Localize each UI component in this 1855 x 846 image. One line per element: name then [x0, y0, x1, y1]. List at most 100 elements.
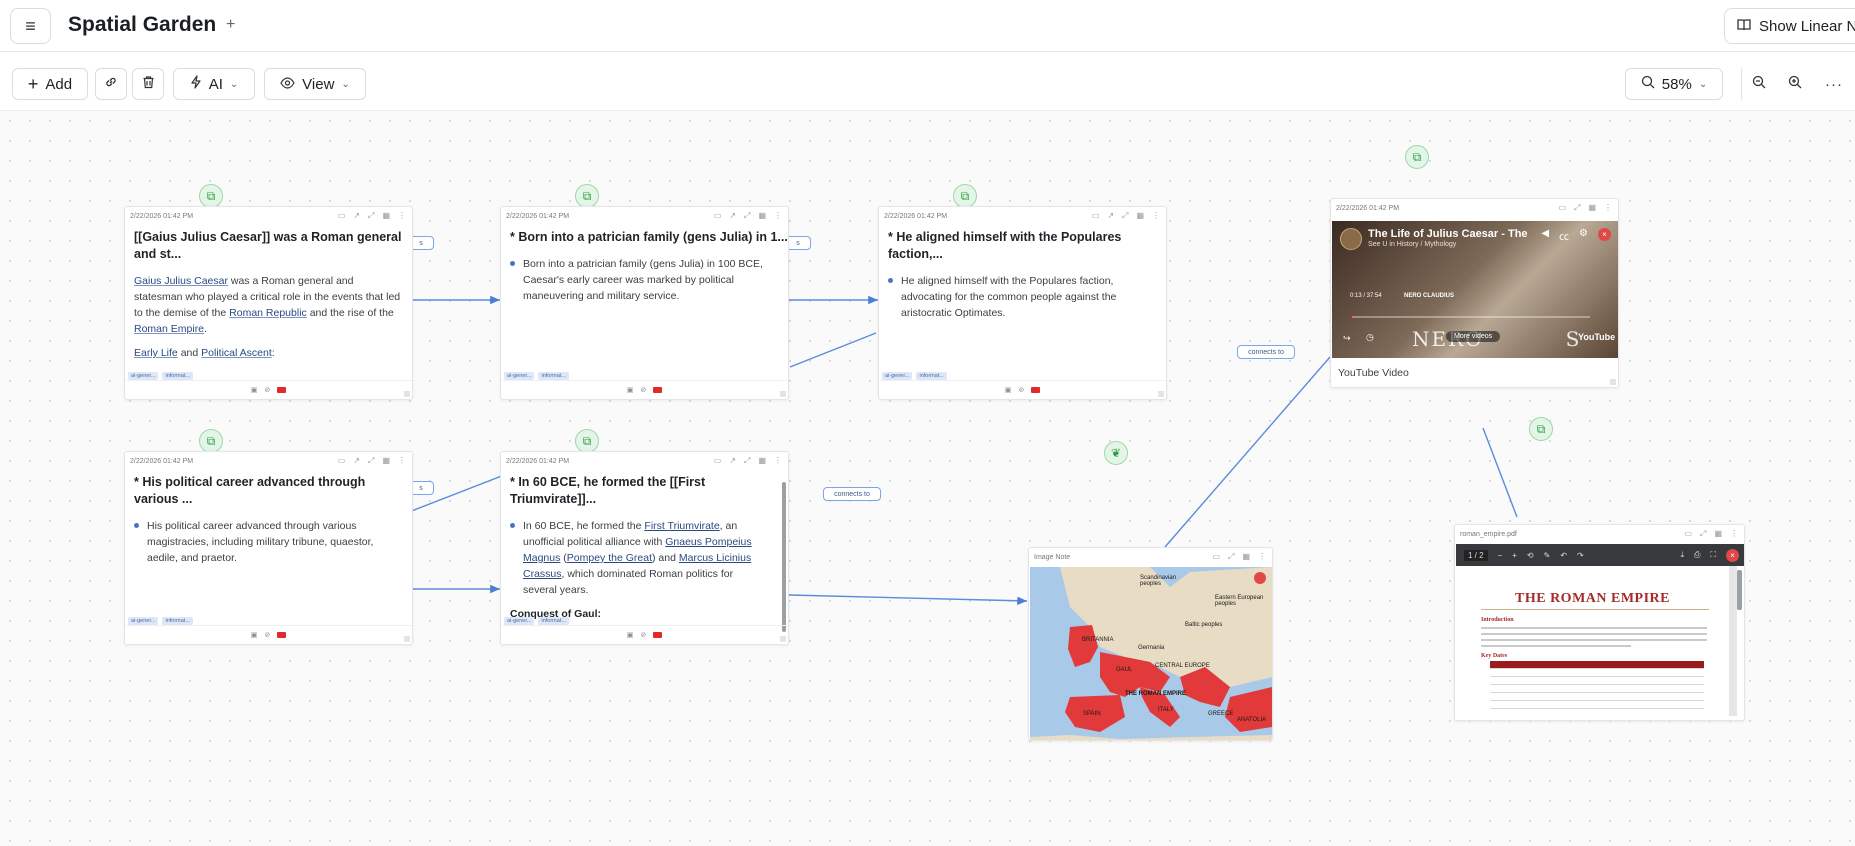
video-progress-bar[interactable]	[1350, 316, 1590, 318]
print-icon[interactable]: ⎙	[1694, 550, 1700, 560]
tag-chip[interactable]: informat...	[162, 372, 193, 380]
redo-icon[interactable]: ↷	[1577, 551, 1584, 560]
external-link-icon[interactable]: ↗	[1107, 211, 1114, 221]
tree-node-icon[interactable]: ⧉	[1529, 417, 1553, 441]
close-icon[interactable]: ×	[1726, 548, 1739, 562]
tag-chip[interactable]: informat...	[916, 372, 947, 380]
youtube-logo[interactable]: YouTube	[1578, 332, 1615, 342]
attachment-icon[interactable]: ⊘	[640, 386, 646, 394]
wiki-link[interactable]: Gaius Julius Caesar	[134, 275, 228, 287]
channel-avatar[interactable]	[1340, 228, 1362, 250]
close-icon[interactable]: ×	[1598, 228, 1611, 241]
more-vertical-icon[interactable]: ⋮	[1604, 203, 1612, 213]
fullscreen-icon[interactable]: ⛶	[1710, 550, 1716, 560]
tree-node-icon[interactable]: ⧉	[575, 429, 599, 453]
grid-icon[interactable]: ▦	[382, 456, 390, 466]
tag-icon[interactable]: ▭	[338, 456, 346, 466]
grid-icon[interactable]: ▦	[758, 211, 766, 221]
watch-later-icon[interactable]: ◷	[1366, 332, 1374, 343]
scrollbar[interactable]	[782, 482, 786, 632]
resize-handle[interactable]	[780, 636, 786, 642]
zoom-button[interactable]: 58% ⌄	[1625, 68, 1723, 100]
spatial-canvas[interactable]: s s s connects to connects to ⧉ ⧉ ⧉ ⧉ ⧉ …	[0, 111, 1855, 846]
grid-icon[interactable]: ▦	[1714, 529, 1722, 539]
video-title[interactable]: The Life of Julius Caesar - The	[1368, 228, 1528, 240]
close-icon[interactable]	[1254, 572, 1266, 584]
zoom-out-icon[interactable]: −	[1498, 551, 1503, 560]
resize-handle[interactable]	[780, 391, 786, 397]
tag-chip[interactable]: ai-gener...	[504, 617, 535, 625]
link-button[interactable]	[95, 68, 127, 100]
zoom-out-button[interactable]	[1743, 68, 1775, 100]
save-icon[interactable]: ▣	[627, 631, 634, 639]
tag-icon[interactable]: ▭	[1684, 529, 1692, 539]
save-icon[interactable]: ▣	[1005, 386, 1012, 394]
tag-icon[interactable]: ▭	[1558, 203, 1566, 213]
tree-node-icon[interactable]: ⧉	[1405, 145, 1429, 169]
grid-icon[interactable]: ▦	[1242, 552, 1250, 562]
youtube-player[interactable]: The Life of Julius Caesar - The See U in…	[1332, 221, 1618, 358]
tag-icon[interactable]: ▭	[714, 211, 722, 221]
resize-handle[interactable]	[404, 636, 410, 642]
save-icon[interactable]: ▣	[251, 386, 258, 394]
edge-label[interactable]: connects to	[823, 487, 881, 501]
expand-icon[interactable]: ⤢	[368, 456, 374, 466]
attachment-icon[interactable]: ⊘	[264, 386, 270, 394]
tag-icon[interactable]: ▭	[1212, 552, 1220, 562]
wiki-link[interactable]: Roman Republic	[229, 307, 307, 319]
undo-icon[interactable]: ↶	[1560, 551, 1567, 560]
more-vertical-icon[interactable]: ⋮	[1152, 211, 1160, 221]
show-linear-button[interactable]: Show Linear N	[1724, 8, 1855, 44]
note-card[interactable]: 2/22/2026 01:42 PM ▭ ↗ ⤢ ▦ ⋮ [[Gaius Jul…	[124, 206, 413, 400]
tag-chip[interactable]: informat...	[538, 617, 569, 625]
more-options-button[interactable]: ···	[1818, 68, 1850, 100]
tree-node-icon[interactable]: ⧉	[199, 184, 223, 208]
edge-label[interactable]: connects to	[1237, 345, 1295, 359]
save-icon[interactable]: ▣	[627, 386, 634, 394]
note-card[interactable]: 2/22/2026 01:42 PM ▭ ↗ ⤢ ▦ ⋮ * Born into…	[500, 206, 789, 400]
external-link-icon[interactable]: ↗	[353, 211, 360, 221]
youtube-icon[interactable]	[277, 387, 287, 393]
attachment-icon[interactable]: ⊘	[640, 631, 646, 639]
grid-icon[interactable]: ▦	[382, 211, 390, 221]
tag-chip[interactable]: informat...	[162, 617, 193, 625]
expand-icon[interactable]: ⤢	[1700, 529, 1706, 539]
volume-icon[interactable]: ◀	[1541, 228, 1549, 243]
add-button[interactable]: + Add	[12, 68, 88, 100]
rotate-icon[interactable]: ⟲	[1527, 551, 1534, 560]
expand-icon[interactable]: ⤢	[1122, 211, 1128, 221]
settings-icon[interactable]: ⚙	[1579, 228, 1588, 243]
download-icon[interactable]: ⤓	[1680, 550, 1684, 560]
ai-button[interactable]: AI ⌄	[173, 68, 255, 100]
attachment-icon[interactable]: ⊘	[264, 631, 270, 639]
tag-chip[interactable]: informat...	[538, 372, 569, 380]
note-card[interactable]: 2/22/2026 01:42 PM ▭ ↗ ⤢ ▦ ⋮ * His polit…	[124, 451, 413, 645]
image-card[interactable]: Image Note ▭ ⤢ ▦ ⋮ THE ROMAN EMPIRE CENT…	[1028, 547, 1273, 741]
more-vertical-icon[interactable]: ⋮	[1730, 529, 1738, 539]
expand-icon[interactable]: ⤢	[368, 211, 374, 221]
resize-handle[interactable]	[1610, 379, 1616, 385]
view-button[interactable]: View ⌄	[264, 68, 366, 100]
tag-chip[interactable]: ai-gener...	[882, 372, 913, 380]
tag-chip[interactable]: ai-gener...	[128, 617, 159, 625]
more-vertical-icon[interactable]: ⋮	[774, 456, 782, 466]
resize-handle[interactable]	[404, 391, 410, 397]
expand-icon[interactable]: ⤢	[1228, 552, 1234, 562]
captions-icon[interactable]: ㏄	[1559, 228, 1569, 243]
note-card[interactable]: 2/22/2026 01:42 PM ▭ ↗ ⤢ ▦ ⋮ * He aligne…	[878, 206, 1167, 400]
external-link-icon[interactable]: ↗	[729, 456, 736, 466]
tag-icon[interactable]: ▭	[714, 456, 722, 466]
zoom-in-button[interactable]	[1779, 68, 1811, 100]
youtube-icon[interactable]	[1031, 387, 1041, 393]
tag-icon[interactable]: ▭	[338, 211, 346, 221]
menu-button[interactable]: ≡	[10, 8, 51, 44]
wiki-link[interactable]: Roman Empire	[134, 323, 204, 335]
attachment-icon[interactable]: ⊘	[1018, 386, 1024, 394]
tree-node-icon[interactable]: ⧉	[575, 184, 599, 208]
channel-name[interactable]: See U in History / Mythology	[1368, 241, 1456, 248]
more-vertical-icon[interactable]: ⋮	[398, 456, 406, 466]
external-link-icon[interactable]: ↗	[729, 211, 736, 221]
add-page-button[interactable]: +	[226, 16, 235, 34]
grid-icon[interactable]: ▦	[758, 456, 766, 466]
resize-handle[interactable]	[1158, 391, 1164, 397]
